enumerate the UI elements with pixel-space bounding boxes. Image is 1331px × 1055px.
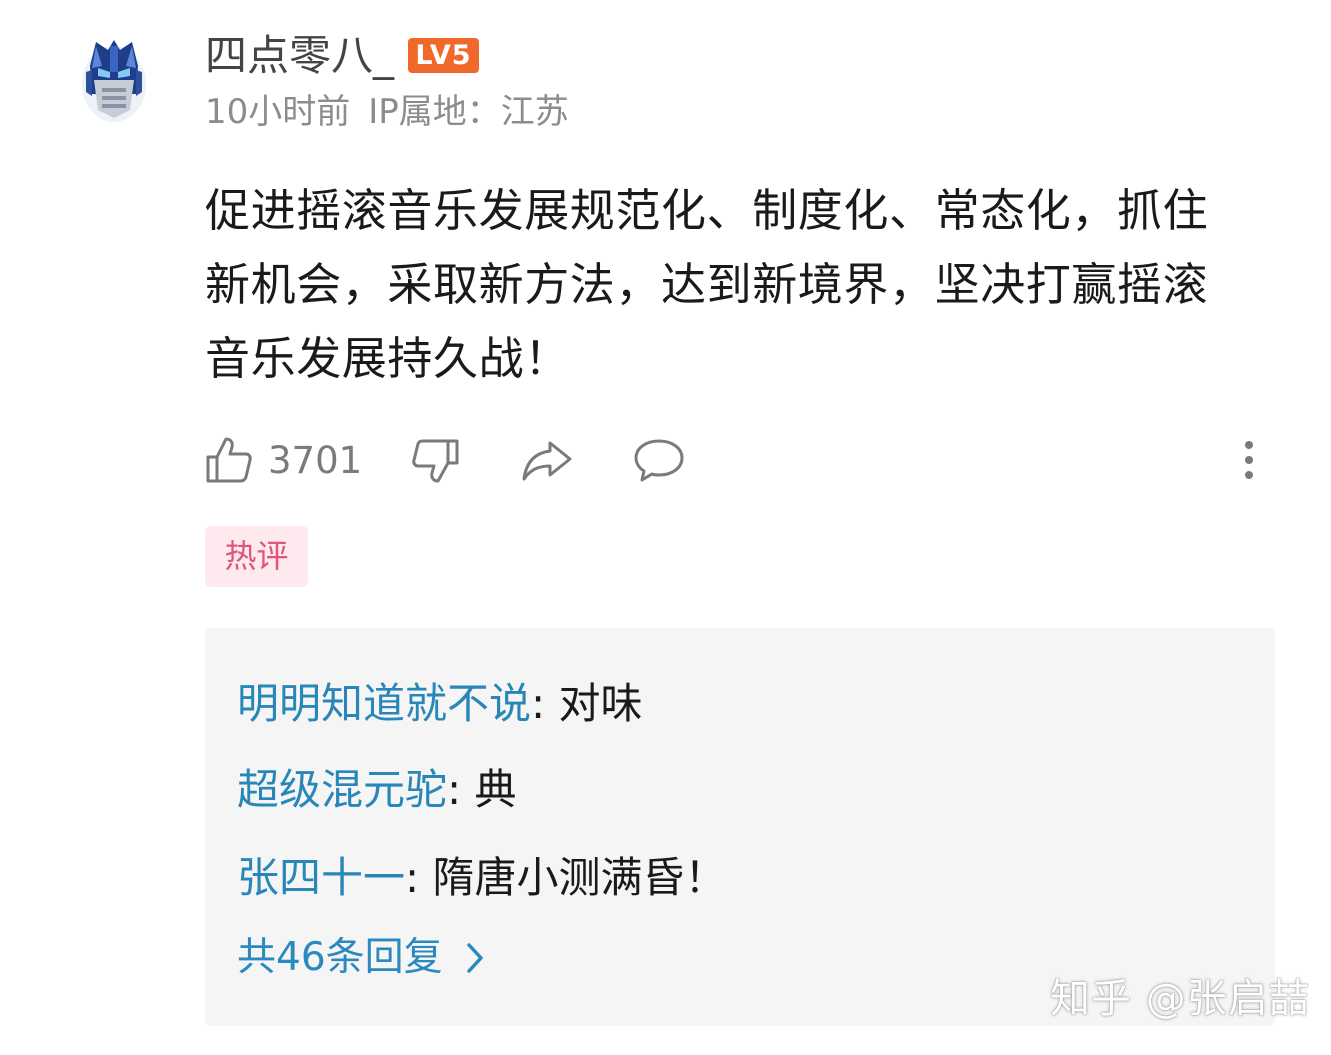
vertical-dots-icon — [1245, 441, 1253, 479]
reply-text: 隋唐小测满昏！ — [432, 853, 727, 902]
reply-author[interactable]: 明明知道就不说 — [237, 679, 531, 728]
more-options-button[interactable] — [1236, 428, 1262, 492]
share-button[interactable] — [520, 428, 574, 492]
level-badge: LV5 — [408, 38, 479, 73]
watermark: 知乎 @张启喆 — [1050, 976, 1310, 1022]
like-count: 3701 — [268, 438, 363, 482]
optimus-prime-helmet-icon — [82, 40, 146, 122]
username[interactable]: 四点零八_ — [205, 30, 394, 82]
ip-location: IP属地：江苏 — [368, 92, 569, 132]
action-bar: 3701 — [200, 428, 1280, 492]
share-arrow-icon — [522, 441, 572, 481]
reply-preview-box[interactable]: 明明知道就不说: 对味 超级混元驼: 典 张四十一: 隋唐小测满昏！ 共46条回… — [205, 628, 1275, 1026]
hot-comment-tag: 热评 — [205, 526, 308, 587]
post-meta: 10小时前 IP属地：江苏 — [205, 90, 569, 134]
reply-text: 典 — [474, 765, 517, 814]
thumbs-up-icon — [206, 437, 252, 483]
reply-item[interactable]: 明明知道就不说: 对味 — [237, 676, 643, 732]
reply-separator: : — [531, 679, 559, 728]
like-button[interactable]: 3701 — [204, 428, 362, 492]
reply-author[interactable]: 张四十一 — [237, 853, 405, 902]
dislike-button[interactable] — [410, 428, 460, 492]
post-time: 10小时前 — [205, 92, 351, 132]
comment-bubble-icon — [634, 439, 684, 482]
view-all-replies-link[interactable]: 共46条回复 — [237, 930, 485, 986]
reply-text: 对味 — [558, 679, 643, 728]
reply-item[interactable]: 超级混元驼: 典 — [237, 762, 517, 818]
chevron-right-icon — [466, 943, 483, 973]
comment-button[interactable] — [632, 428, 686, 492]
reply-separator: : — [405, 853, 433, 902]
reply-author[interactable]: 超级混元驼 — [237, 765, 447, 814]
reply-separator: : — [447, 765, 475, 814]
user-avatar[interactable] — [78, 36, 150, 124]
more-replies-label: 共46条回复 — [237, 935, 443, 980]
thumbs-down-icon — [412, 439, 459, 483]
comment-content: 促进摇滚音乐发展规范化、制度化、常态化，抓住新机会，采取新方法，达到新境界，坚决… — [205, 184, 1209, 385]
reply-item[interactable]: 张四十一: 隋唐小测满昏！ — [237, 850, 727, 906]
